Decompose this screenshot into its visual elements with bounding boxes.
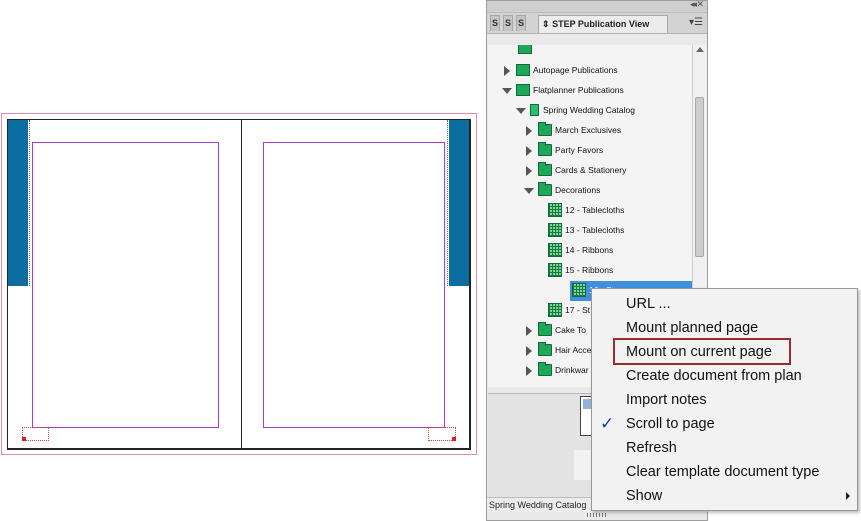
tree-row[interactable]: Cards & Stationery <box>488 161 692 181</box>
collapsed-arrow-icon[interactable] <box>526 326 532 336</box>
folder-icon <box>538 162 552 176</box>
tree-row-label: 14 - Ribbons <box>565 245 614 255</box>
page-icon <box>572 283 586 297</box>
left-page-color-block[interactable] <box>8 120 28 286</box>
tree-row-label: Flatplanner Publications <box>533 85 624 95</box>
spread-spine <box>241 119 242 449</box>
checkmark-icon: ✓ <box>600 414 615 433</box>
expanded-arrow-icon[interactable] <box>502 88 512 94</box>
right-block-frame-edge <box>447 120 448 286</box>
tree-row-label: 12 - Tablecloths <box>565 205 625 215</box>
menu-item-import-notes[interactable]: Import notes <box>626 388 707 412</box>
collapsed-arrow-icon[interactable] <box>526 346 532 356</box>
left-page-margin-guide <box>32 142 219 428</box>
publication-icon <box>516 64 530 76</box>
tab-step-publication-view[interactable]: ⇕ STEP Publication View <box>538 15 668 33</box>
context-menu: ✓ URL ... Mount planned page Mount on cu… <box>591 288 858 511</box>
page-icon <box>548 203 562 217</box>
tree-row-label: 15 - Ribbons <box>565 265 614 275</box>
tab-title: STEP Publication View <box>552 19 650 29</box>
folder-icon <box>538 342 552 356</box>
menu-item-mount-on-current-page[interactable]: Mount on current page <box>626 340 772 364</box>
tree-row-label: 13 - Tablecloths <box>565 225 625 235</box>
menu-item-scroll-to-page[interactable]: Scroll to page <box>626 412 715 436</box>
page-icon <box>548 303 562 317</box>
left-folio-frame[interactable] <box>22 427 49 441</box>
tree-row-label: Cards & Stationery <box>555 165 627 175</box>
tree-row-label: March Exclusives <box>555 125 622 135</box>
folder-icon <box>538 182 552 196</box>
right-folio-marker-icon <box>452 437 456 441</box>
panel-title-strip[interactable]: ◂◂ ✕ <box>487 0 707 13</box>
tree-row[interactable]: Party Favors <box>488 141 692 161</box>
tree-row-label: Cake To <box>555 325 587 335</box>
thumbnail-color-block <box>583 399 591 409</box>
expanded-arrow-icon[interactable] <box>516 108 526 114</box>
tree-row-label: Party Favors <box>555 145 604 155</box>
menu-item-show[interactable]: Show <box>626 484 662 508</box>
resize-grip-icon[interactable] <box>587 513 607 517</box>
scrollbar-thumb[interactable] <box>695 97 704 257</box>
collapse-panel-icon[interactable]: ◂◂ <box>690 0 697 10</box>
menu-item-clear-template-document-type[interactable]: Clear template document type <box>626 460 819 484</box>
tab-s-3[interactable]: S <box>516 15 526 31</box>
tree-row[interactable]: 14 - Ribbons <box>488 241 692 261</box>
collapsed-arrow-icon[interactable] <box>504 66 510 76</box>
close-panel-icon[interactable]: ✕ <box>696 0 704 10</box>
tree-row[interactable]: Decorations <box>488 181 692 201</box>
menu-item-refresh[interactable]: Refresh <box>626 436 677 460</box>
folder-icon <box>538 322 552 336</box>
menu-item-mount-planned-page[interactable]: Mount planned page <box>626 316 758 340</box>
right-page-color-block[interactable] <box>449 120 469 286</box>
tree-row[interactable]: 15 - Ribbons <box>488 261 692 281</box>
panel-tab-bar: S S S ⇕ STEP Publication View <box>487 13 707 34</box>
menu-item-url[interactable]: URL ... <box>626 292 671 316</box>
collapsed-arrow-icon[interactable] <box>526 166 532 176</box>
left-folio-marker-icon <box>22 437 26 441</box>
publication-icon <box>516 84 530 96</box>
tree-row-label: Drinkwar <box>555 365 589 375</box>
sort-arrows-icon: ⇕ <box>542 19 550 29</box>
expanded-arrow-icon[interactable] <box>524 188 534 194</box>
collapsed-arrow-icon[interactable] <box>526 146 532 156</box>
tree-row[interactable]: 13 - Tablecloths <box>488 221 692 241</box>
right-page-margin-guide <box>263 142 445 428</box>
tree-row[interactable]: March Exclusives <box>488 121 692 141</box>
tree-row[interactable]: Flatplanner Publications <box>488 81 692 101</box>
folder-icon <box>538 142 552 156</box>
catalog-icon <box>530 104 539 116</box>
tree-row-partial[interactable] <box>488 45 692 59</box>
tab-s-2[interactable]: S <box>503 15 513 31</box>
tab-s-1[interactable]: S <box>490 15 500 31</box>
collapsed-arrow-icon[interactable] <box>526 126 532 136</box>
tree-row-label: Autopage Publications <box>533 65 618 75</box>
page-icon <box>548 263 562 277</box>
scroll-up-icon[interactable] <box>696 47 704 52</box>
publication-icon <box>518 45 532 54</box>
tree-row-label: Decorations <box>555 185 601 195</box>
panel-menu-icon[interactable]: ▾☰ <box>689 17 703 28</box>
tree-row[interactable]: 12 - Tablecloths <box>488 201 692 221</box>
left-block-frame-edge <box>29 120 30 286</box>
tree-row-label: 17 - St <box>565 305 591 315</box>
page-icon <box>548 223 562 237</box>
tree-row-label: Hair Acce <box>555 345 592 355</box>
page-icon <box>548 243 562 257</box>
submenu-arrow-icon <box>846 492 850 500</box>
collapsed-arrow-icon[interactable] <box>526 366 532 376</box>
tree-row[interactable]: Spring Wedding Catalog <box>488 101 692 121</box>
folder-icon <box>538 122 552 136</box>
folder-icon <box>538 362 552 376</box>
tree-row[interactable]: Autopage Publications <box>488 61 692 81</box>
tree-row-label: Spring Wedding Catalog <box>543 105 635 115</box>
menu-item-create-document-from-plan[interactable]: Create document from plan <box>626 364 802 388</box>
